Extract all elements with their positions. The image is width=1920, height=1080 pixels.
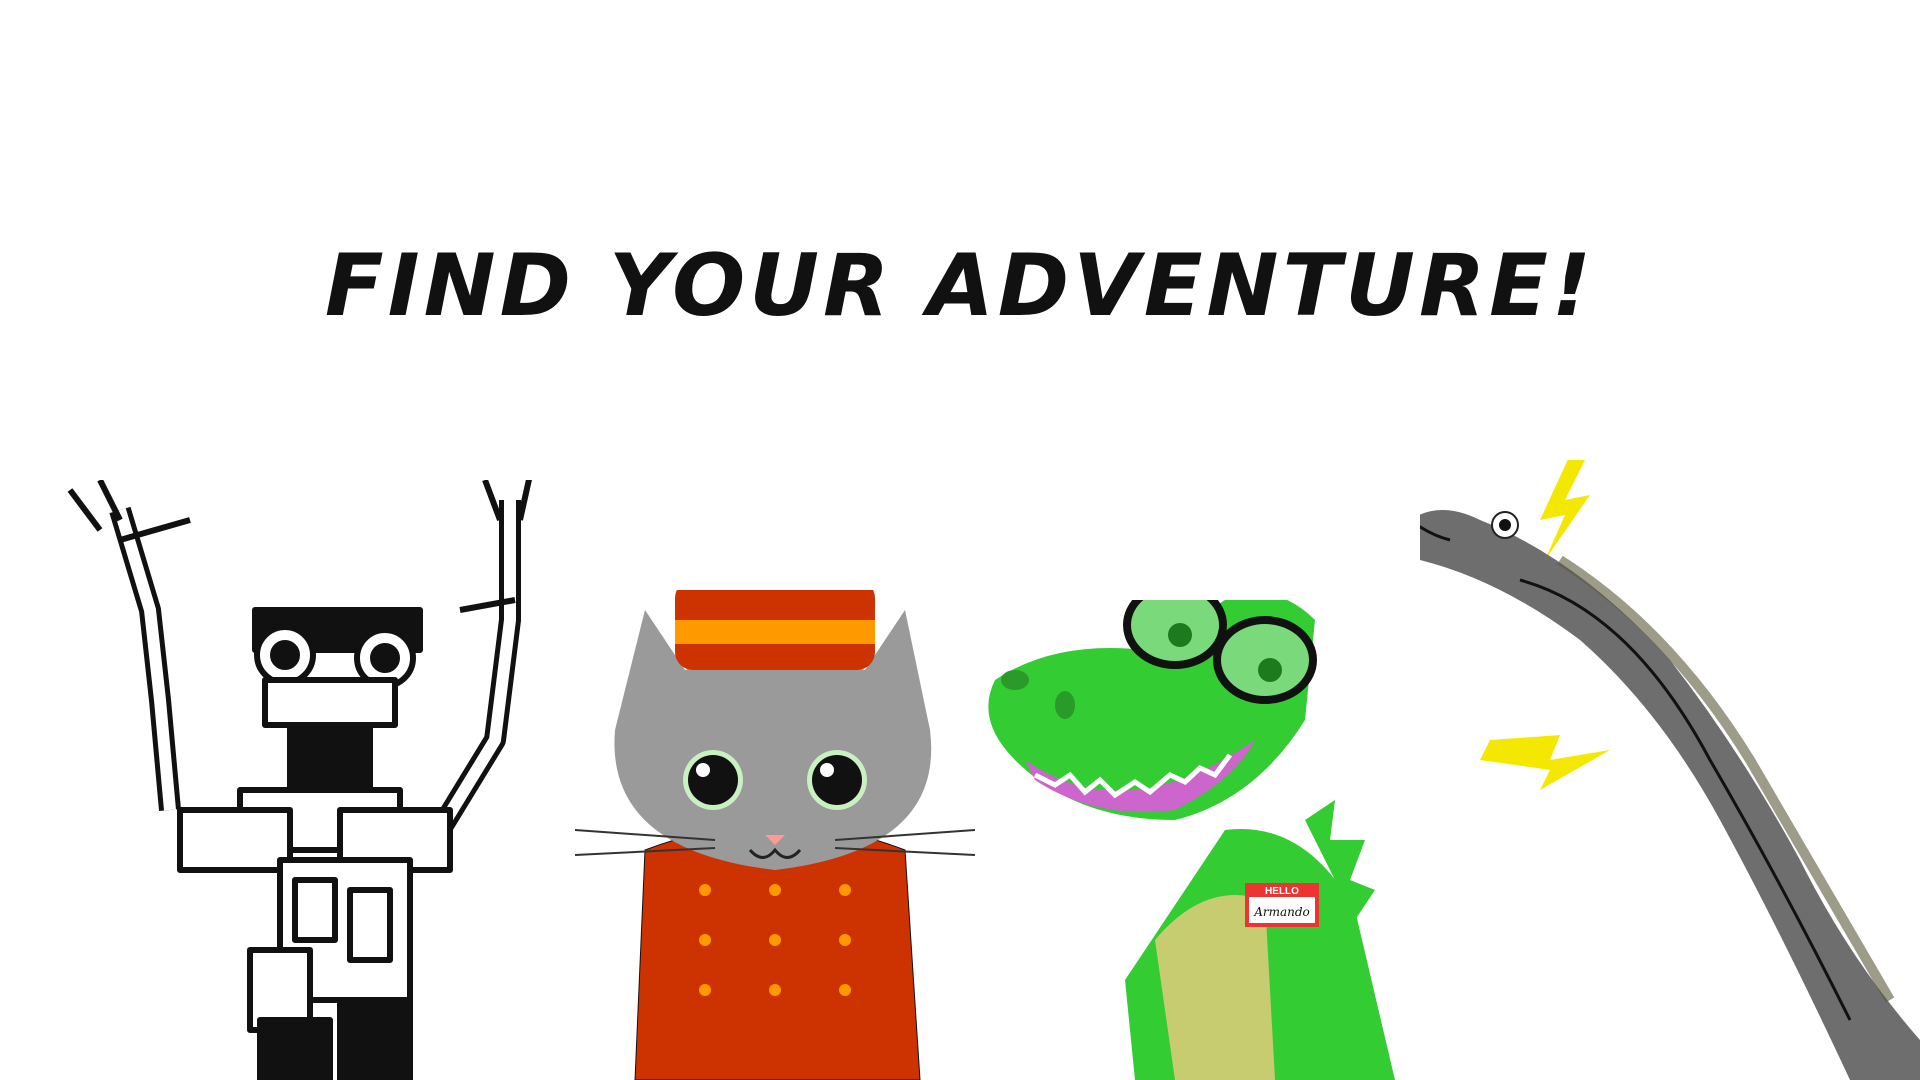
crocodile-illustration: HELLO Armando — [988, 600, 1395, 1080]
lightning-bolt-icon — [1540, 460, 1590, 560]
cat-bellhop-illustration — [575, 590, 975, 1080]
name-tag-name: Armando — [1253, 905, 1310, 919]
headline: FIND YOUR ADVENTURE! — [324, 236, 1596, 336]
name-tag-header: HELLO — [1265, 886, 1299, 897]
robot-illustration — [67, 480, 532, 1080]
name-tag: HELLO Armando — [1245, 883, 1319, 927]
eel-illustration — [1420, 460, 1920, 1080]
lightning-bolt-icon — [1480, 735, 1610, 790]
